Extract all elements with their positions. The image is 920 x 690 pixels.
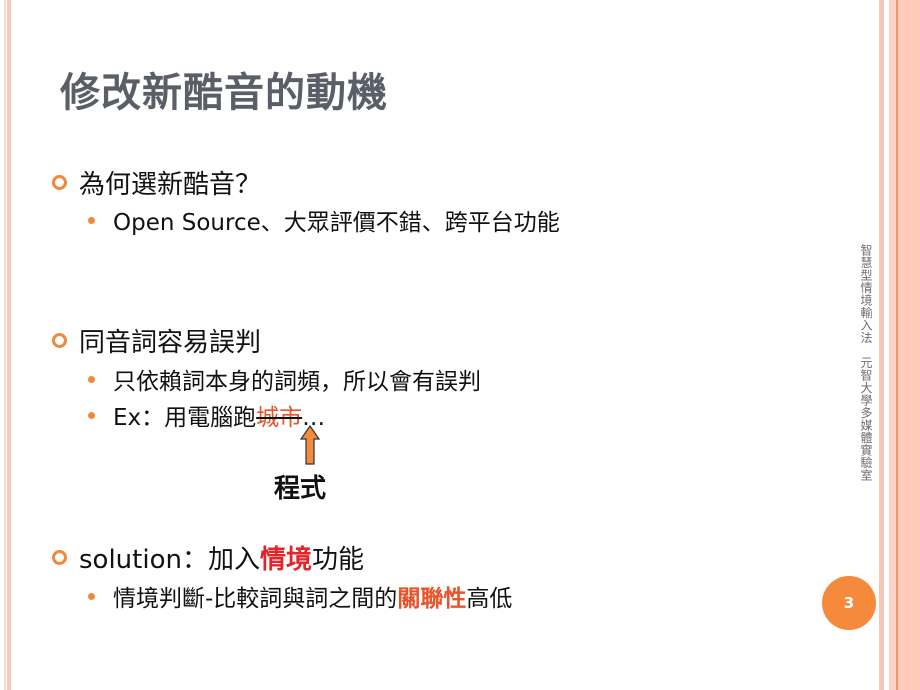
left-border-stripe xyxy=(7,0,11,690)
up-arrow-icon xyxy=(300,425,320,465)
bullet-level1: 同音詞容易誤判 xyxy=(52,322,261,359)
bullet-text: 為何選新酷音？ xyxy=(79,170,262,200)
right-border-stripe xyxy=(904,0,920,690)
bullet-text: Open Source、大眾評價不錯、跨平台功能 xyxy=(113,210,560,236)
ring-bullet-icon xyxy=(52,333,67,348)
bullet-level2: 只依賴詞本身的詞頻，所以會有誤判 xyxy=(88,362,481,396)
bullet-text: solution：加入 xyxy=(79,545,260,575)
dot-bullet-icon xyxy=(88,376,95,383)
bullet-text-suffix: 高低 xyxy=(466,586,513,612)
ring-bullet-icon xyxy=(52,175,67,190)
bullet-text-suffix: 功能 xyxy=(311,545,364,575)
dot-bullet-icon xyxy=(88,412,95,419)
left-border-stripe xyxy=(4,0,6,690)
bullet-level1: solution：加入情境功能 xyxy=(52,539,364,576)
ring-bullet-icon xyxy=(52,550,67,565)
page-number-badge: 3 xyxy=(822,576,876,630)
bullet-level2: Open Source、大眾評價不錯、跨平台功能 xyxy=(88,203,560,237)
bullet-text: 同音詞容易誤判 xyxy=(79,328,262,358)
footer-vertical-text: 智慧型情境輸入法 元智大學多媒體實驗室 xyxy=(859,244,873,482)
bullet-level2: Ex：用電腦跑城市… xyxy=(88,398,325,432)
page-number: 3 xyxy=(843,594,855,612)
bullet-text: 只依賴詞本身的詞頻，所以會有誤判 xyxy=(113,369,481,395)
dot-bullet-icon xyxy=(88,593,95,600)
highlight-word: 關聯性 xyxy=(397,586,467,612)
highlight-word: 情境 xyxy=(259,545,312,575)
bullet-level1: 為何選新酷音？ xyxy=(52,164,261,201)
correction-annotation: 程式 xyxy=(274,474,327,504)
right-border-stripe xyxy=(879,0,884,690)
dot-bullet-icon xyxy=(88,217,95,224)
bullet-level2: 情境判斷-比較詞與詞之間的關聯性高低 xyxy=(88,579,512,613)
slide-title: 修改新酷音的動機 xyxy=(60,70,388,116)
struck-word: 城市 xyxy=(256,405,303,431)
bullet-text: Ex：用電腦跑 xyxy=(113,405,257,431)
bullet-text: 情境判斷-比較詞與詞之間的 xyxy=(113,586,398,612)
